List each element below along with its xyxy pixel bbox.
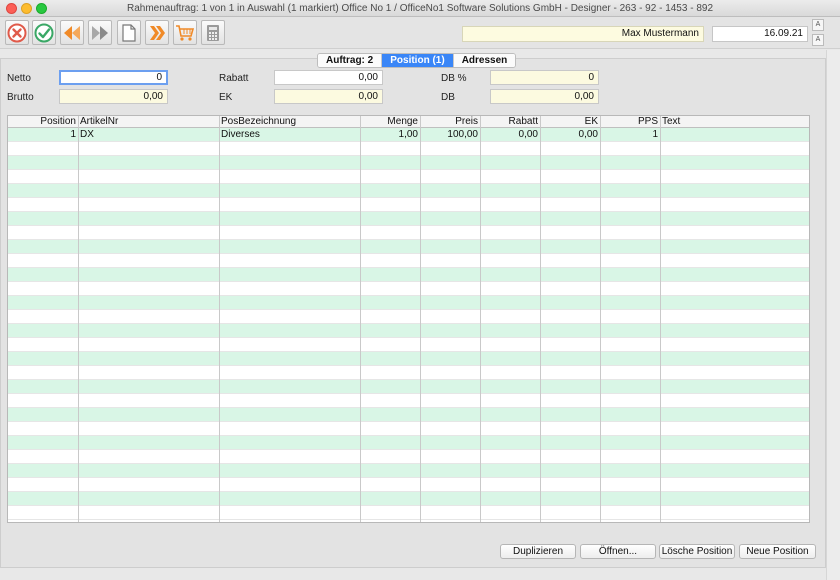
table-row[interactable] (8, 254, 809, 268)
rabatt-field[interactable]: 0,00 (274, 70, 383, 85)
table-row[interactable] (8, 240, 809, 254)
table-cell: Diverses (221, 129, 260, 140)
table-body: 1 DX Diverses 1,00 100,00 0,00 0,00 1 (8, 128, 809, 520)
table-row[interactable] (8, 226, 809, 240)
table-row[interactable] (8, 184, 809, 198)
table-row[interactable] (8, 492, 809, 506)
calculator-button[interactable] (201, 20, 225, 45)
double-arrow-left-icon (64, 25, 80, 40)
table-cell: 1,00 (398, 129, 418, 140)
table-row[interactable] (8, 352, 809, 366)
column-header-position[interactable]: Position (8, 116, 78, 128)
table-row[interactable] (8, 156, 809, 170)
delete-position-button[interactable]: Lösche Position (659, 544, 735, 559)
table-cell: 0,00 (578, 129, 598, 140)
date-field[interactable]: 16.09.21 (712, 26, 808, 42)
table-row[interactable] (8, 366, 809, 380)
netto-label: Netto (7, 73, 31, 84)
column-header-artikelnr[interactable]: ArtikelNr (78, 116, 219, 128)
table-row[interactable] (8, 506, 809, 520)
table-row[interactable] (8, 268, 809, 282)
font-smaller-label: A (815, 36, 821, 43)
open-button[interactable]: Öffnen... (580, 544, 656, 559)
double-arrow-right-icon (92, 25, 108, 40)
new-position-button[interactable]: Neue Position (739, 544, 816, 559)
db-label: DB (441, 92, 455, 103)
table-row[interactable] (8, 478, 809, 492)
table-row[interactable] (8, 338, 809, 352)
tab-adressen[interactable]: Adressen (453, 54, 516, 67)
column-header-menge[interactable]: Menge (360, 116, 420, 128)
column-header-posbezeichnung[interactable]: PosBezeichnung (219, 116, 360, 128)
shopping-cart-icon (176, 24, 195, 41)
window-edge (826, 50, 840, 580)
netto-field[interactable]: 0 (59, 70, 168, 85)
forward-button[interactable] (145, 20, 169, 45)
ek-field: 0,00 (274, 89, 383, 104)
font-smaller-button[interactable]: A (812, 34, 824, 46)
brutto-field: 0,00 (59, 89, 168, 104)
table-header: Position ArtikelNr PosBezeichnung Menge … (8, 116, 809, 128)
confirm-button[interactable] (32, 20, 56, 45)
tab-position[interactable]: Position (1) (382, 54, 454, 67)
previous-button[interactable] (60, 20, 84, 45)
font-larger-button[interactable]: A (812, 19, 824, 31)
table-row[interactable] (8, 212, 809, 226)
column-header-text[interactable]: Text (660, 116, 809, 128)
table-row[interactable] (8, 394, 809, 408)
column-header-preis[interactable]: Preis (420, 116, 480, 128)
table-row[interactable] (8, 142, 809, 156)
duplicate-button[interactable]: Duplizieren (500, 544, 576, 559)
cancel-button[interactable] (5, 20, 29, 45)
table-cell: 0,00 (518, 129, 538, 140)
table-row[interactable] (8, 310, 809, 324)
brutto-label: Brutto (7, 92, 34, 103)
tab-bar: Auftrag: 2 Position (1) Adressen (317, 53, 517, 68)
table-row[interactable] (8, 170, 809, 184)
column-header-rabatt[interactable]: Rabatt (480, 116, 540, 128)
table-row[interactable] (8, 380, 809, 394)
calculator-icon (207, 24, 219, 41)
checkmark-icon (34, 23, 54, 42)
db-percent-label: DB % (441, 73, 467, 84)
table-row[interactable] (8, 296, 809, 310)
font-larger-label: A (815, 21, 821, 28)
next-button[interactable] (88, 20, 112, 45)
db-percent-field: 0 (490, 70, 599, 85)
new-document-button[interactable] (117, 20, 141, 45)
user-name-field: Max Mustermann (462, 26, 704, 42)
table-row[interactable] (8, 282, 809, 296)
table-cell: DX (80, 129, 94, 140)
table-row[interactable] (8, 450, 809, 464)
app-window: Rahmenauftrag: 1 von 1 in Auswahl (1 mar… (0, 0, 840, 580)
table-cell: 1 (652, 129, 658, 140)
table-cell: 1 (70, 129, 76, 140)
tab-auftrag[interactable]: Auftrag: 2 (318, 54, 383, 67)
table-cell (660, 128, 809, 142)
table-row[interactable] (8, 408, 809, 422)
table-row[interactable] (8, 436, 809, 450)
column-header-pps[interactable]: PPS (600, 116, 660, 128)
db-field: 0,00 (490, 89, 599, 104)
table-row[interactable] (8, 324, 809, 338)
document-icon (122, 23, 136, 42)
window-title: Rahmenauftrag: 1 von 1 in Auswahl (1 mar… (126, 3, 714, 14)
title-bar: Rahmenauftrag: 1 von 1 in Auswahl (1 mar… (0, 0, 840, 17)
column-header-ek[interactable]: EK (540, 116, 600, 128)
ek-label: EK (219, 92, 233, 103)
cancel-icon (7, 23, 27, 42)
table-row[interactable] (8, 422, 809, 436)
table-row[interactable] (8, 198, 809, 212)
rabatt-label: Rabatt (219, 73, 249, 84)
table-cell: 100,00 (447, 129, 478, 140)
table-row[interactable]: 1 DX Diverses 1,00 100,00 0,00 0,00 1 (8, 128, 809, 142)
toolbar: Max Mustermann 16.09.21 (0, 17, 840, 49)
cart-button[interactable] (173, 20, 197, 45)
positions-table[interactable]: Position ArtikelNr PosBezeichnung Menge … (7, 115, 810, 523)
table-row[interactable] (8, 464, 809, 478)
chevron-double-right-icon (150, 25, 165, 40)
